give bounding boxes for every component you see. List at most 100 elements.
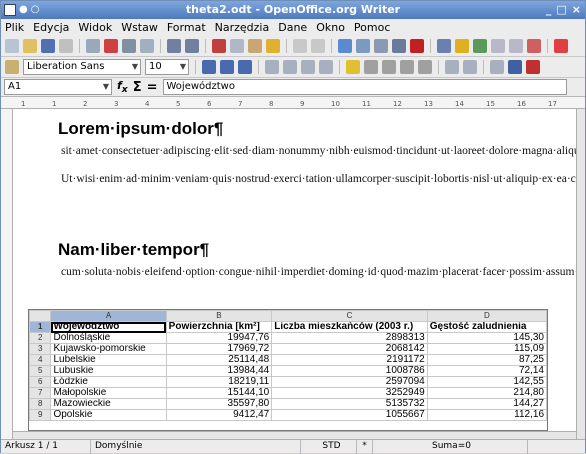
spellcheck-icon[interactable] [167, 39, 181, 53]
table-cell[interactable]: 214,80 [426, 387, 547, 399]
italic-icon[interactable] [220, 60, 234, 74]
table-cell[interactable]: 25114,48 [165, 354, 273, 366]
table-cell[interactable]: 142,55 [426, 376, 547, 388]
column-header-c[interactable]: C [271, 310, 428, 322]
background-color-icon[interactable] [508, 60, 522, 74]
vertical-ruler[interactable] [1, 109, 13, 439]
font-name-dropdown-icon[interactable]: ▼ [132, 60, 138, 74]
table-cell[interactable]: 2191172 [271, 354, 428, 366]
new-document-icon[interactable] [5, 39, 19, 53]
cut-icon[interactable] [212, 39, 226, 53]
row-header[interactable]: 2 [29, 332, 52, 344]
row-header[interactable]: 8 [29, 398, 52, 410]
formula-input[interactable]: Województwo [162, 79, 567, 95]
table-cell[interactable]: Kujawsko-pomorskie [50, 343, 167, 355]
navigator-icon[interactable] [437, 39, 451, 53]
table-cell[interactable]: 18219,11 [165, 376, 273, 388]
function-wizard-icon[interactable]: fx [117, 79, 128, 95]
table-cell[interactable]: 144,27 [426, 398, 547, 410]
edit-file-icon[interactable] [86, 39, 100, 53]
help-icon[interactable] [527, 39, 541, 53]
table-cell[interactable]: 5135732 [271, 398, 428, 410]
table-cell[interactable]: 145,30 [426, 332, 547, 344]
print-preview-icon[interactable] [140, 39, 154, 53]
vertical-scrollbar[interactable] [576, 109, 585, 439]
menu-format[interactable]: Format [167, 21, 206, 34]
menu-plik[interactable]: Plik [5, 21, 24, 34]
export-pdf-icon[interactable] [104, 39, 118, 53]
data-sources-icon[interactable] [473, 39, 487, 53]
sheet-indicator[interactable]: Arkusz 1 / 1 [1, 439, 91, 454]
print-icon[interactable] [122, 39, 136, 53]
horizontal-scrollbar[interactable] [13, 431, 576, 439]
table-cell[interactable]: 2597094 [271, 376, 428, 388]
currency-format-icon[interactable] [346, 60, 360, 74]
table-cell[interactable]: 17969,72 [165, 343, 273, 355]
hyperlink-icon[interactable] [338, 39, 352, 53]
row-header[interactable]: 5 [29, 365, 52, 377]
name-box-dropdown-icon[interactable]: ▼ [103, 80, 109, 94]
table-cell[interactable]: 2068142 [271, 343, 428, 355]
table-cell[interactable]: 2898313 [271, 332, 428, 344]
undo-icon[interactable] [293, 39, 307, 53]
percent-format-icon[interactable] [364, 60, 378, 74]
equals-icon[interactable]: = [147, 80, 158, 95]
table-cell[interactable]: 9412,47 [165, 409, 273, 421]
chart-icon[interactable] [392, 39, 406, 53]
align-center-icon[interactable] [283, 60, 297, 74]
row-header[interactable]: 4 [29, 354, 52, 366]
name-box[interactable]: A1 ▼ [4, 79, 112, 95]
underline-icon[interactable] [238, 60, 252, 74]
sum-icon[interactable]: Σ [133, 80, 142, 95]
page-style[interactable]: Domyślnie [91, 439, 301, 454]
maximize-button[interactable]: □ [556, 3, 566, 16]
font-color-icon[interactable] [526, 60, 540, 74]
align-right-icon[interactable] [301, 60, 315, 74]
add-decimal-icon[interactable] [382, 60, 396, 74]
table-cell[interactable]: Dolnośląskie [50, 332, 167, 344]
open-folder-icon[interactable] [23, 39, 37, 53]
decrease-indent-icon[interactable] [445, 60, 459, 74]
corner-cell[interactable] [29, 310, 52, 322]
standard-format-icon[interactable] [418, 60, 432, 74]
menu-okno[interactable]: Okno [316, 21, 345, 34]
font-name-select[interactable]: Liberation Sans ▼ [23, 59, 141, 75]
minimize-button[interactable]: _ [546, 3, 552, 16]
menu-wstaw[interactable]: Wstaw [121, 21, 158, 34]
cell-b1[interactable]: Powierzchnia [km²] [165, 321, 273, 333]
menu-narzedzia[interactable]: Narzędzia [215, 21, 270, 34]
nonprinting-chars-icon[interactable] [491, 39, 505, 53]
font-size-select[interactable]: 10 ▼ [145, 59, 189, 75]
increase-indent-icon[interactable] [463, 60, 477, 74]
align-left-icon[interactable] [265, 60, 279, 74]
table-cell[interactable]: 13984,44 [165, 365, 273, 377]
column-header-d[interactable]: D [426, 310, 547, 322]
gallery-icon[interactable] [455, 39, 469, 53]
row-header[interactable]: 3 [29, 343, 52, 355]
table-cell[interactable]: 72,14 [426, 365, 547, 377]
table-cell[interactable]: 87,25 [426, 354, 547, 366]
horizontal-ruler[interactable]: 1 1 2 3 4 5 6 7 8 9 10 11 12 13 14 15 16 17 [1, 97, 585, 109]
borders-icon[interactable] [490, 60, 504, 74]
help-agent-icon[interactable] [554, 39, 568, 53]
embedded-spreadsheet[interactable]: A B C D 1 Województwo Powierzchnia [km²]… [28, 309, 548, 431]
cell-a1[interactable]: Województwo [50, 321, 167, 333]
bold-icon[interactable] [202, 60, 216, 74]
redo-icon[interactable] [311, 39, 325, 53]
email-icon[interactable] [59, 39, 73, 53]
save-icon[interactable] [41, 39, 55, 53]
show-draw-functions-icon[interactable] [410, 39, 424, 53]
cell-c1[interactable]: Liczba mieszkańców (2003 r.) [271, 321, 428, 333]
table-icon[interactable] [356, 39, 370, 53]
zoom-icon[interactable] [509, 39, 523, 53]
table-cell[interactable]: 19947,76 [165, 332, 273, 344]
autospell-icon[interactable] [185, 39, 199, 53]
delete-decimal-icon[interactable] [400, 60, 414, 74]
copy-icon[interactable] [230, 39, 244, 53]
table-cell[interactable]: Mazowieckie [50, 398, 167, 410]
format-paintbrush-icon[interactable] [266, 39, 280, 53]
table-cell[interactable]: Lubuskie [50, 365, 167, 377]
table-cell[interactable]: Lubelskie [50, 354, 167, 366]
table-cell[interactable]: 1008786 [271, 365, 428, 377]
menu-widok[interactable]: Widok [78, 21, 112, 34]
